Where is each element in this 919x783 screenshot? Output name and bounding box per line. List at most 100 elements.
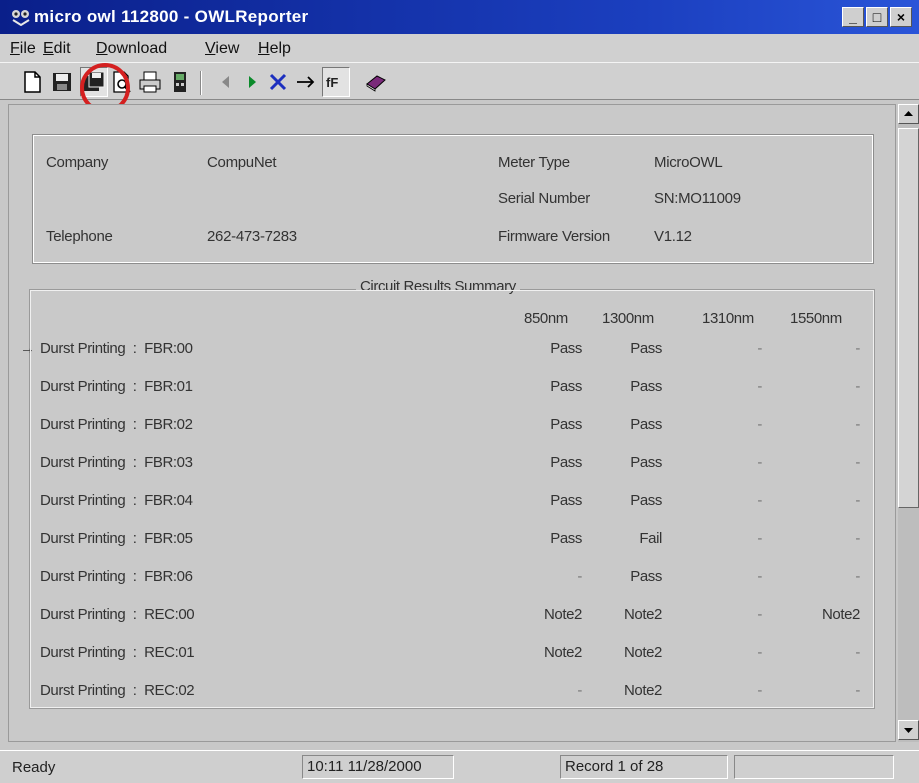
table-row[interactable]: Durst Printing : REC:01 Note2 Note2 - - [30, 644, 876, 682]
row-name: Durst Printing : FBR:02 [40, 416, 193, 433]
arrow-up-icon [904, 111, 913, 116]
row-v1310-result: - [757, 644, 762, 661]
row-v850-result: Pass [550, 416, 582, 433]
row-v850-result: Pass [550, 378, 582, 395]
row-name: Durst Printing : FBR:00 [40, 340, 193, 357]
table-row[interactable]: → Durst Printing : FBR:00 Pass Pass - - [20, 340, 876, 378]
row-name: Durst Printing : FBR:06 [40, 568, 193, 585]
minimize-button[interactable]: _ [842, 7, 864, 27]
circuit-results-summary: Circuit Results Summary 850nm 1300nm 131… [20, 278, 876, 709]
row-v1300-result: Pass [630, 454, 662, 471]
row-name: Durst Printing : REC:00 [40, 606, 195, 623]
row-name: Durst Printing : REC:02 [40, 682, 195, 699]
row-v1300-result: Pass [630, 416, 662, 433]
table-row[interactable]: Durst Printing : FBR:06 - Pass - - [30, 568, 876, 606]
delete-icon[interactable] [266, 70, 290, 94]
table-row[interactable]: Durst Printing : FBR:04 Pass Pass - - [30, 492, 876, 530]
menu-file[interactable]: File [10, 40, 36, 58]
status-panel-empty [734, 755, 894, 779]
row-v1310-result: - [757, 378, 762, 395]
row-v850-result: Pass [550, 340, 582, 357]
svg-text:fF: fF [326, 75, 338, 90]
row-v1300-result: Pass [630, 378, 662, 395]
row-v850-result: Pass [550, 492, 582, 509]
status-bar: Ready 10:11 11/28/2000 Record 1 of 28 [0, 750, 919, 783]
row-v850-result: Pass [550, 454, 582, 471]
table-row[interactable]: Durst Printing : REC:02 - Note2 - - [30, 682, 876, 720]
meter-icon[interactable] [168, 70, 192, 94]
save-icon[interactable] [50, 70, 74, 94]
menu-edit[interactable]: Edit [43, 40, 71, 58]
column-1300nm: 1300nm [602, 310, 654, 327]
arrow-down-icon [904, 728, 913, 733]
summary-title: Circuit Results Summary [356, 278, 520, 295]
row-v1300-result: Note2 [623, 606, 662, 623]
meter-type-label: Meter Type [498, 154, 570, 171]
row-v1550-result: - [855, 682, 860, 699]
fiber-icon[interactable]: fF [324, 70, 348, 94]
scroll-up-button[interactable] [898, 104, 919, 124]
menu-view[interactable]: View [205, 40, 239, 58]
menu-bar: File Edit Download View Help [0, 34, 919, 62]
table-row[interactable]: Durst Printing : FBR:02 Pass Pass - - [30, 416, 876, 454]
meter-info-panel: Company CompuNet Telephone 262-473-7283 … [32, 134, 874, 264]
table-row[interactable]: Durst Printing : FBR:01 Pass Pass - - [30, 378, 876, 416]
table-row[interactable]: Durst Printing : REC:00 Note2 Note2 - Note2 [30, 606, 876, 644]
row-v850-result: Note2 [543, 644, 582, 661]
row-v1310-result: - [757, 530, 762, 547]
column-1550nm: 1550nm [790, 310, 842, 327]
table-row[interactable]: Durst Printing : FBR:03 Pass Pass - - [30, 454, 876, 492]
row-v850-result: - [577, 568, 582, 585]
toolbar: fF [0, 62, 919, 100]
company-value: CompuNet [207, 154, 277, 171]
row-v1550-result: - [855, 530, 860, 547]
row-v1300-result: Note2 [623, 682, 662, 699]
scroll-thumb[interactable] [898, 128, 919, 508]
row-name: Durst Printing : FBR:04 [40, 492, 193, 509]
row-v1300-result: Pass [630, 340, 662, 357]
next-icon[interactable] [240, 70, 264, 94]
maximize-button[interactable]: □ [866, 7, 888, 27]
meter-type-value: MicroOWL [654, 154, 723, 171]
title-bar: micro owl 112800 - OWLReporter _ □ × [0, 0, 919, 34]
menu-help[interactable]: Help [258, 40, 291, 58]
row-v1550-result: - [855, 378, 860, 395]
go-icon[interactable] [294, 70, 318, 94]
print-icon[interactable] [138, 70, 162, 94]
telephone-value: 262-473-7283 [207, 228, 297, 245]
row-v1550-result: - [855, 416, 860, 433]
serial-number-label: Serial Number [498, 190, 590, 207]
toolbar-separator [200, 71, 202, 95]
row-name: Durst Printing : FBR:01 [40, 378, 193, 395]
status-ready: Ready [12, 759, 56, 776]
row-v1550-result: - [855, 568, 860, 585]
report-view: Company CompuNet Telephone 262-473-7283 … [8, 104, 896, 742]
window-title: micro owl 112800 - OWLReporter [34, 7, 309, 26]
new-icon[interactable] [20, 70, 44, 94]
vertical-scrollbar[interactable] [898, 104, 919, 742]
row-v1310-result: - [757, 416, 762, 433]
row-v1310-result: - [757, 340, 762, 357]
row-v1300-result: Fail [639, 530, 662, 547]
serial-number-value: SN:MO11009 [654, 190, 741, 207]
close-button[interactable]: × [890, 7, 912, 27]
column-850nm: 850nm [524, 310, 568, 327]
scroll-down-button[interactable] [898, 720, 919, 740]
company-label: Company [46, 154, 109, 171]
firmware-version-label: Firmware Version [498, 228, 610, 245]
row-name: Durst Printing : REC:01 [40, 644, 195, 661]
previous-icon[interactable] [214, 70, 238, 94]
row-v850-result: Pass [550, 530, 582, 547]
status-record: Record 1 of 28 [560, 755, 728, 779]
firmware-version-value: V1.12 [654, 228, 692, 245]
menu-download[interactable]: Download [96, 40, 167, 58]
row-v1550-result: - [855, 492, 860, 509]
telephone-label: Telephone [46, 228, 113, 245]
row-v1300-result: Pass [630, 492, 662, 509]
book-icon[interactable] [364, 70, 388, 94]
row-v1310-result: - [757, 682, 762, 699]
table-row[interactable]: Durst Printing : FBR:05 Pass Fail - - [30, 530, 876, 568]
row-v1310-result: - [757, 454, 762, 471]
row-v1300-result: Note2 [623, 644, 662, 661]
status-datetime: 10:11 11/28/2000 [302, 755, 454, 779]
